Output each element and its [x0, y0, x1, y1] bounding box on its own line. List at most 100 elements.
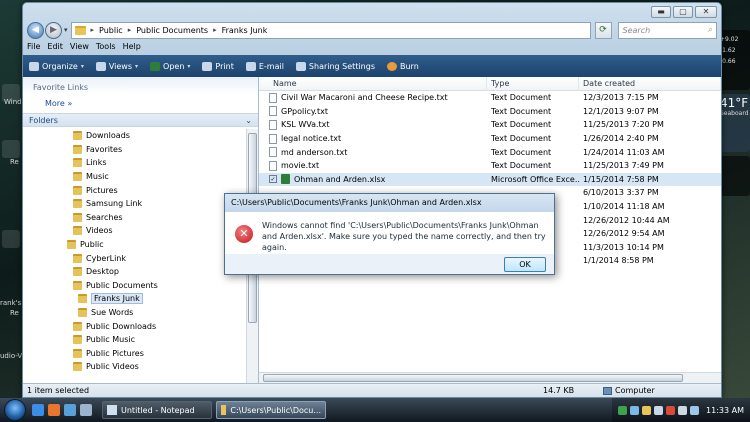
- tray-icon[interactable]: [666, 405, 676, 415]
- weather-city: Seaboard: [720, 110, 749, 117]
- ok-button[interactable]: OK: [504, 256, 546, 272]
- sharing-settings-button[interactable]: Sharing Settings: [295, 61, 375, 71]
- tree-item[interactable]: Pictures: [23, 183, 246, 197]
- back-button[interactable]: ◀: [27, 21, 44, 39]
- tree-item[interactable]: Searches: [23, 211, 246, 225]
- taskbar-button[interactable]: Untitled - Notepad: [102, 401, 212, 419]
- tree-item[interactable]: Samsung Link: [23, 197, 246, 211]
- tree-item[interactable]: Public Documents: [23, 279, 246, 293]
- media-icon[interactable]: [64, 404, 76, 416]
- column-header-type[interactable]: Type: [487, 76, 579, 91]
- column-header-name[interactable]: Name: [259, 76, 487, 91]
- tree-item[interactable]: Desktop: [23, 265, 246, 279]
- chevron-right-icon[interactable]: ▸: [128, 26, 132, 34]
- tree-item[interactable]: Links: [23, 156, 246, 170]
- desktop-label[interactable]: Wind: [4, 98, 22, 106]
- file-row[interactable]: movie.txt Text Document 11/25/2013 7:49 PM: [259, 159, 721, 173]
- tray-icon[interactable]: [654, 405, 664, 415]
- tree-item[interactable]: Downloads: [23, 129, 246, 143]
- start-button[interactable]: [4, 399, 26, 421]
- burn-button[interactable]: Burn: [387, 61, 419, 71]
- folders-header[interactable]: Folders ⌄: [23, 113, 258, 127]
- stock-ticker-gadget[interactable]: +9.02 -1.62 -0.66: [718, 30, 750, 90]
- breadcrumb-franks-junk[interactable]: Franks Junk: [222, 26, 268, 35]
- desktop-icon[interactable]: [2, 230, 20, 248]
- tree-item-label: Videos: [86, 226, 113, 236]
- desktop-label[interactable]: Re: [10, 309, 19, 317]
- desktop-label[interactable]: rank's: [0, 299, 21, 307]
- search-input[interactable]: Search ⌕: [617, 21, 717, 39]
- tree-item[interactable]: Sue Words: [23, 306, 246, 320]
- tree-item-label: Public Pictures: [86, 348, 144, 358]
- menu-tools[interactable]: Tools: [96, 42, 116, 51]
- scrollbar-thumb[interactable]: [263, 374, 683, 382]
- menu-edit[interactable]: Edit: [47, 42, 63, 51]
- tree-item[interactable]: Public Videos: [23, 360, 246, 374]
- tree-item[interactable]: Public Pictures: [23, 347, 246, 361]
- desktop-icon[interactable]: [2, 140, 20, 158]
- volume-icon[interactable]: [678, 405, 688, 415]
- column-header-date-created[interactable]: Date created: [579, 76, 721, 91]
- quick-launch: [32, 404, 92, 416]
- tree-item[interactable]: Videos: [23, 224, 246, 238]
- chevron-right-icon[interactable]: ▸: [213, 26, 217, 34]
- taskbar-button-label: C:\Users\Public\Docu...: [230, 405, 321, 415]
- tree-item[interactable]: Public Music: [23, 333, 246, 347]
- file-row[interactable]: Civil War Macaroni and Cheese Recipe.txt…: [259, 91, 721, 105]
- open-label: Open: [163, 61, 185, 71]
- address-bar[interactable]: ▸ Public ▸ Public Documents ▸ Franks Jun…: [70, 21, 591, 39]
- breadcrumb-public[interactable]: Public: [99, 26, 123, 35]
- file-name: movie.txt: [281, 161, 320, 171]
- chevron-right-icon[interactable]: ▸: [91, 26, 95, 34]
- taskbar-button[interactable]: C:\Users\Public\Docu...: [216, 401, 326, 419]
- network-icon[interactable]: [690, 405, 700, 415]
- firefox-icon[interactable]: [48, 404, 60, 416]
- open-button[interactable]: Open ▾: [150, 61, 190, 71]
- file-row[interactable]: GPpolicy.txt Text Document 12/1/2013 9:07 …: [259, 105, 721, 119]
- tree-item[interactable]: Music: [23, 170, 246, 184]
- folder-icon: [73, 199, 82, 209]
- more-link[interactable]: More »: [23, 95, 258, 113]
- status-location-label: Computer: [615, 386, 655, 395]
- tray-icon[interactable]: [630, 405, 640, 415]
- show-desktop-icon[interactable]: [80, 404, 92, 416]
- tree-item[interactable]: CyberLink: [23, 251, 246, 265]
- minimize-button[interactable]: ▬: [651, 6, 671, 18]
- weather-gadget[interactable]: 41°F Seaboard: [718, 94, 750, 152]
- desktop-label[interactable]: udio-V: [0, 352, 22, 360]
- file-row[interactable]: ✓ Ohman and Arden.xlsx Microsoft Office Ex…: [259, 172, 721, 187]
- file-row[interactable]: md anderson.txt Text Document 1/24/2014 11…: [259, 145, 721, 159]
- tree-item[interactable]: Favorites: [23, 143, 246, 157]
- organize-button[interactable]: Organize ▾: [29, 61, 84, 71]
- print-button[interactable]: Print: [202, 61, 234, 71]
- taskbar-clock[interactable]: 11:33 AM: [706, 406, 744, 415]
- file-row[interactable]: legal notice.txt Text Document 1/26/2014 2…: [259, 132, 721, 146]
- file-row[interactable]: KSL WVa.txt Text Document 11/25/2013 7:20 …: [259, 118, 721, 132]
- menu-file[interactable]: File: [27, 42, 40, 51]
- desktop-label[interactable]: Re: [10, 158, 19, 166]
- maximize-button[interactable]: ▢: [673, 6, 693, 18]
- cpu-meter-gadget[interactable]: [718, 156, 750, 196]
- forward-button[interactable]: ▶: [45, 21, 62, 39]
- menu-help[interactable]: Help: [123, 42, 141, 51]
- tray-icon[interactable]: [618, 405, 628, 415]
- recent-pages-dropdown[interactable]: ▾: [64, 26, 68, 34]
- close-button[interactable]: ✕: [695, 6, 717, 18]
- ie-icon[interactable]: [32, 404, 44, 416]
- checkbox[interactable]: ✓: [269, 175, 277, 184]
- tray-icon[interactable]: [642, 405, 652, 415]
- search-icon[interactable]: ⌕: [708, 25, 712, 35]
- tree-item-label: Favorites: [86, 144, 123, 154]
- horizontal-scrollbar[interactable]: [259, 372, 721, 383]
- tree-item[interactable]: Public Downloads: [23, 319, 246, 333]
- refresh-icon[interactable]: ⟳: [594, 21, 612, 39]
- menu-view[interactable]: View: [70, 42, 89, 51]
- views-button[interactable]: Views ▾: [95, 61, 138, 71]
- tree-item-label: Public: [80, 240, 104, 250]
- email-button[interactable]: E-mail: [245, 61, 284, 71]
- folder-icon: [73, 185, 82, 195]
- breadcrumb-public-documents[interactable]: Public Documents: [136, 26, 208, 35]
- file-name: legal notice.txt: [281, 134, 342, 144]
- tree-item[interactable]: Franks Junk: [23, 292, 246, 306]
- tree-item[interactable]: Public: [23, 238, 246, 252]
